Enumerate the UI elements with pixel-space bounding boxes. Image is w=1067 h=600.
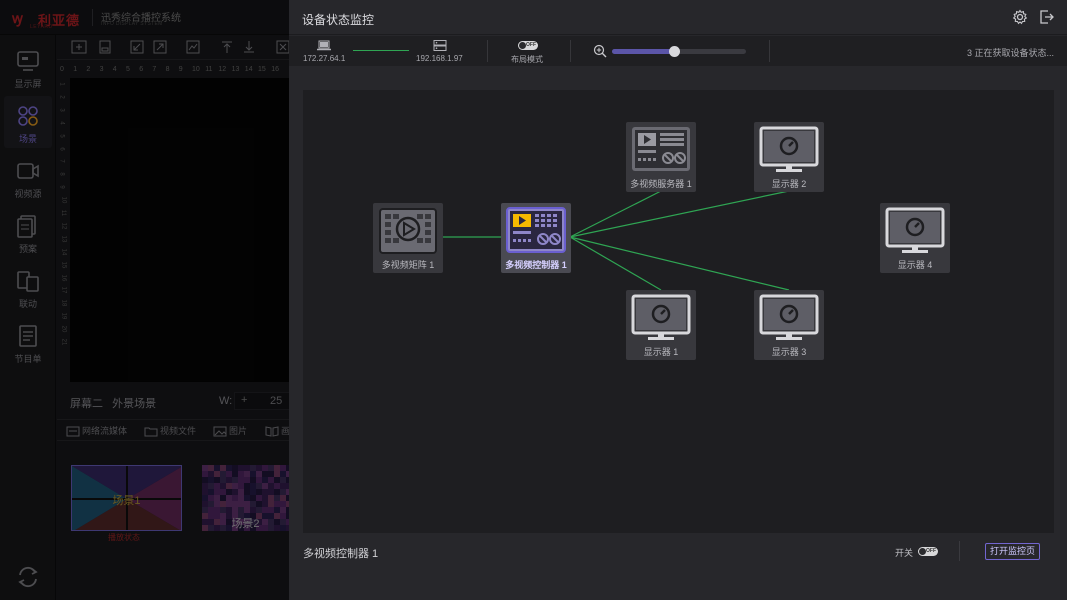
background-dim [0, 0, 289, 600]
node-video-controller[interactable]: 多视频控制器 1 [501, 203, 571, 273]
link-controller-display-2 [569, 190, 790, 238]
toggle-knob [519, 42, 526, 49]
panel-toolbar: 172.27.64.1 192.168.1.97 OFF 布局模式 3 正在获取… [289, 36, 1067, 66]
toolbar-separator [487, 40, 488, 62]
open-monitor-page-button[interactable]: 打开监控页 [985, 543, 1040, 560]
toggle-off-text: OFF [926, 548, 936, 554]
monitor-icon [759, 294, 819, 340]
topology-canvas[interactable]: 多视频矩阵 1 多视频控制器 1 多视频服务器 1 显示器 2 显示器 4 显示… [303, 90, 1054, 533]
zoom-slider-handle[interactable] [668, 46, 680, 57]
node-display-4[interactable]: 显示器 4 [880, 203, 950, 273]
remote-ip: 192.168.1.97 [416, 54, 463, 63]
toggle-off-text: OFF [526, 42, 536, 48]
monitor-icon [631, 294, 691, 340]
laptop-icon [317, 40, 331, 51]
zoom-slider[interactable] [612, 46, 746, 57]
switch-label: 开关 [895, 548, 914, 558]
toggle-knob [919, 548, 926, 555]
power-switch-toggle[interactable]: OFF [918, 547, 938, 556]
zoom-slider-fill [612, 49, 674, 54]
node-video-server[interactable]: 多视频服务器 1 [626, 122, 696, 192]
node-label: 显示器 3 [771, 347, 807, 357]
node-label: 多视频控制器 1 [505, 260, 567, 270]
monitor-icon [885, 207, 945, 253]
server-icon [433, 40, 447, 51]
link-controller-display-3 [569, 236, 790, 291]
status-text: 3 正在获取设备状态... [966, 48, 1054, 58]
node-display-1[interactable]: 显示器 1 [626, 290, 696, 360]
layout-mode-toggle[interactable]: OFF [518, 41, 538, 50]
panel-header: 设备状态监控 [289, 0, 1067, 35]
gear-icon[interactable] [1012, 9, 1028, 25]
device-monitor-panel: 设备状态监控 172.27.64.1 192.168.1.97 OFF 布局模式… [289, 0, 1067, 600]
node-display-2[interactable]: 显示器 2 [754, 122, 824, 192]
node-label: 显示器 4 [897, 260, 933, 270]
panel-footer: 多视频控制器 1 开关 OFF 打开监控页 [289, 535, 1067, 600]
zoom-in-icon[interactable] [593, 44, 607, 58]
node-display-3[interactable]: 显示器 3 [754, 290, 824, 360]
node-label: 多视频矩阵 1 [381, 260, 435, 270]
logout-icon[interactable] [1039, 9, 1055, 25]
video-controller-icon [506, 207, 566, 253]
video-matrix-icon [379, 208, 437, 254]
monitor-icon [759, 126, 819, 172]
connection-line [353, 50, 409, 51]
node-video-matrix[interactable]: 多视频矩阵 1 [373, 203, 443, 273]
node-label: 多视频服务器 1 [630, 179, 692, 189]
node-label: 显示器 2 [771, 179, 807, 189]
selected-device-name: 多视频控制器 1 [303, 548, 379, 560]
panel-title: 设备状态监控 [302, 13, 375, 27]
link-controller-server [569, 190, 662, 238]
toolbar-separator [570, 40, 571, 62]
toolbar-separator [769, 40, 770, 62]
layout-mode-label: 布局模式 [511, 55, 543, 64]
local-ip: 172.27.64.1 [303, 54, 346, 63]
node-label: 显示器 1 [643, 347, 679, 357]
footer-separator [959, 541, 960, 561]
link-controller-display-1 [569, 236, 662, 291]
video-server-icon [632, 127, 690, 171]
